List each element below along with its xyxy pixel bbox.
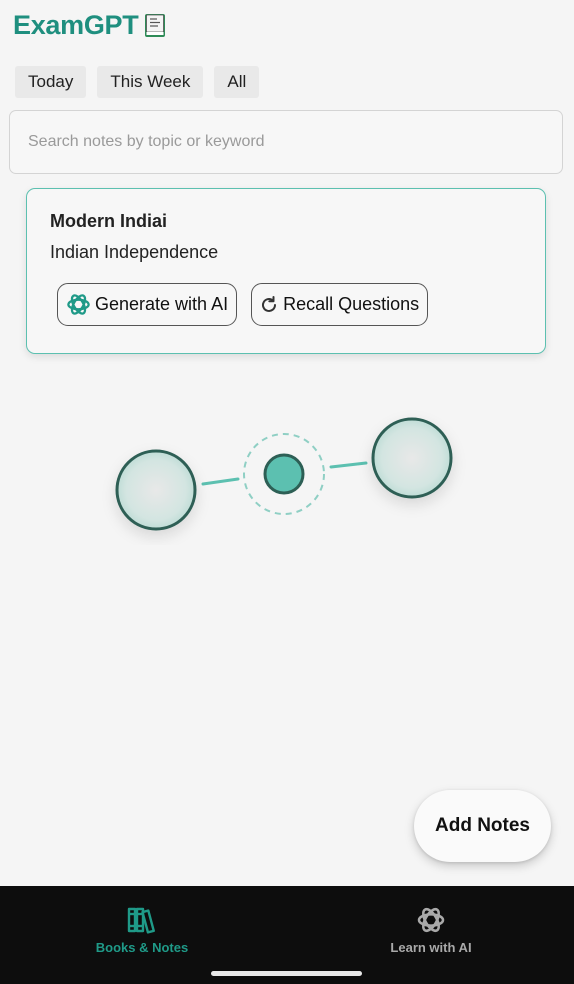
filter-all[interactable]: All (214, 66, 260, 98)
filter-today[interactable]: Today (15, 66, 87, 98)
left-node (115, 449, 197, 531)
nav-learn-with-ai[interactable]: Learn with AI (331, 904, 531, 955)
nav-books-notes[interactable]: Books & Notes (42, 904, 242, 955)
generate-with-ai-button[interactable]: Generate with AI (57, 283, 238, 326)
note-card[interactable]: Modern Indiai Indian Independence Genera… (26, 188, 546, 354)
openai-logo-icon (64, 291, 92, 319)
note-card-actions: Generate with AI Recall Questions (57, 283, 545, 326)
note-topic: Indian Independence (50, 242, 219, 262)
search-input[interactable] (28, 133, 562, 151)
center-node (263, 453, 305, 495)
app-title: ExamGPT (13, 10, 139, 40)
nav-learn-with-ai-label: Learn with AI (390, 940, 472, 955)
openai-logo-icon (415, 904, 447, 936)
add-notes-button[interactable]: Add Notes (414, 790, 551, 862)
filter-tabs: Today This Week All (15, 66, 260, 98)
nav-books-notes-label: Books & Notes (95, 940, 189, 955)
recall-questions-label: Recall Questions (283, 294, 420, 314)
refresh-icon (258, 291, 280, 319)
connector-left (201, 477, 240, 486)
connected-nodes-illustration (115, 417, 453, 531)
note-subject: Modern Indiai (50, 211, 167, 231)
right-node (371, 417, 453, 499)
home-indicator[interactable] (211, 971, 362, 976)
generate-with-ai-label: Generate with AI (95, 294, 229, 314)
connector-right (329, 461, 368, 469)
app-header: ExamGPT (13, 10, 166, 41)
recall-questions-button[interactable]: Recall Questions (251, 283, 429, 326)
bottom-nav: Books & Notes Learn with AI (0, 886, 574, 984)
search-box (9, 110, 563, 174)
green-book-emoji-icon (144, 13, 166, 38)
filter-this-week[interactable]: This Week (97, 66, 204, 98)
books-icon (127, 904, 157, 936)
